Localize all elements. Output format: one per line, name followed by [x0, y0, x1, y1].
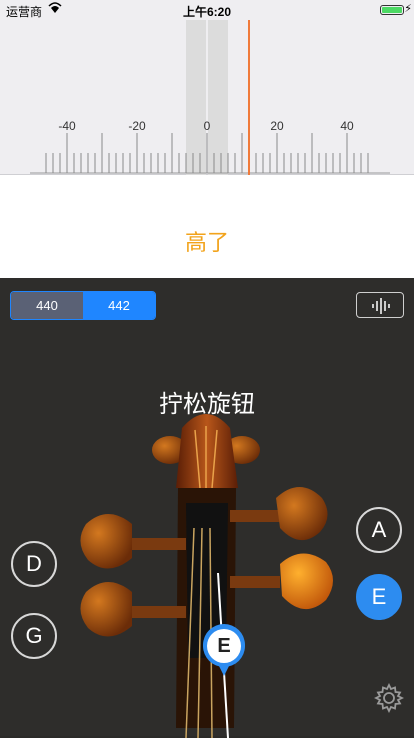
violin-scroll-illustration: [80, 414, 333, 738]
meter-label: -40: [58, 119, 76, 133]
current-note-label: E: [217, 635, 231, 657]
pitch-status-text: 高了: [184, 231, 229, 256]
battery-icon: [380, 5, 404, 15]
meter-label: -20: [128, 119, 146, 133]
reference-440-option[interactable]: 440: [11, 292, 83, 319]
result-area: 高了: [0, 175, 414, 278]
gear-icon: [373, 682, 405, 714]
meter-scale: -40 -20 0 20 40: [30, 20, 390, 175]
string-a-button[interactable]: A: [356, 507, 402, 553]
center-band-left: [186, 20, 206, 175]
peg-a[interactable]: [276, 487, 328, 541]
meter-label: 0: [204, 119, 211, 133]
center-band-right: [208, 20, 228, 175]
reference-pitch-selector: 440 442: [10, 291, 156, 320]
meter-ticks: [45, 133, 369, 173]
string-e-button[interactable]: E: [356, 574, 402, 620]
meter-label: 40: [340, 119, 354, 133]
waveform-button[interactable]: [356, 292, 404, 318]
charging-icon: ⚡: [404, 3, 412, 15]
reference-442-option[interactable]: 442: [83, 292, 155, 319]
tuner-panel: 440 442 拧松旋钮 E D G A E: [0, 278, 414, 738]
peg-e[interactable]: [280, 553, 333, 610]
tuning-meter: -40 -20 0 20 40: [0, 20, 414, 175]
waveform-icon: [372, 298, 390, 314]
clock: 上午6:20: [182, 5, 232, 19]
peg-d[interactable]: [80, 514, 132, 569]
status-bar: 运营商 上午6:20 ⚡: [0, 0, 414, 20]
string-g-button[interactable]: G: [11, 613, 57, 659]
meter-labels: -40 -20 0 20 40: [58, 119, 354, 133]
settings-button[interactable]: [373, 682, 405, 718]
string-d-button[interactable]: D: [11, 541, 57, 587]
meter-label: 20: [270, 119, 284, 133]
peg-g[interactable]: [80, 582, 132, 637]
